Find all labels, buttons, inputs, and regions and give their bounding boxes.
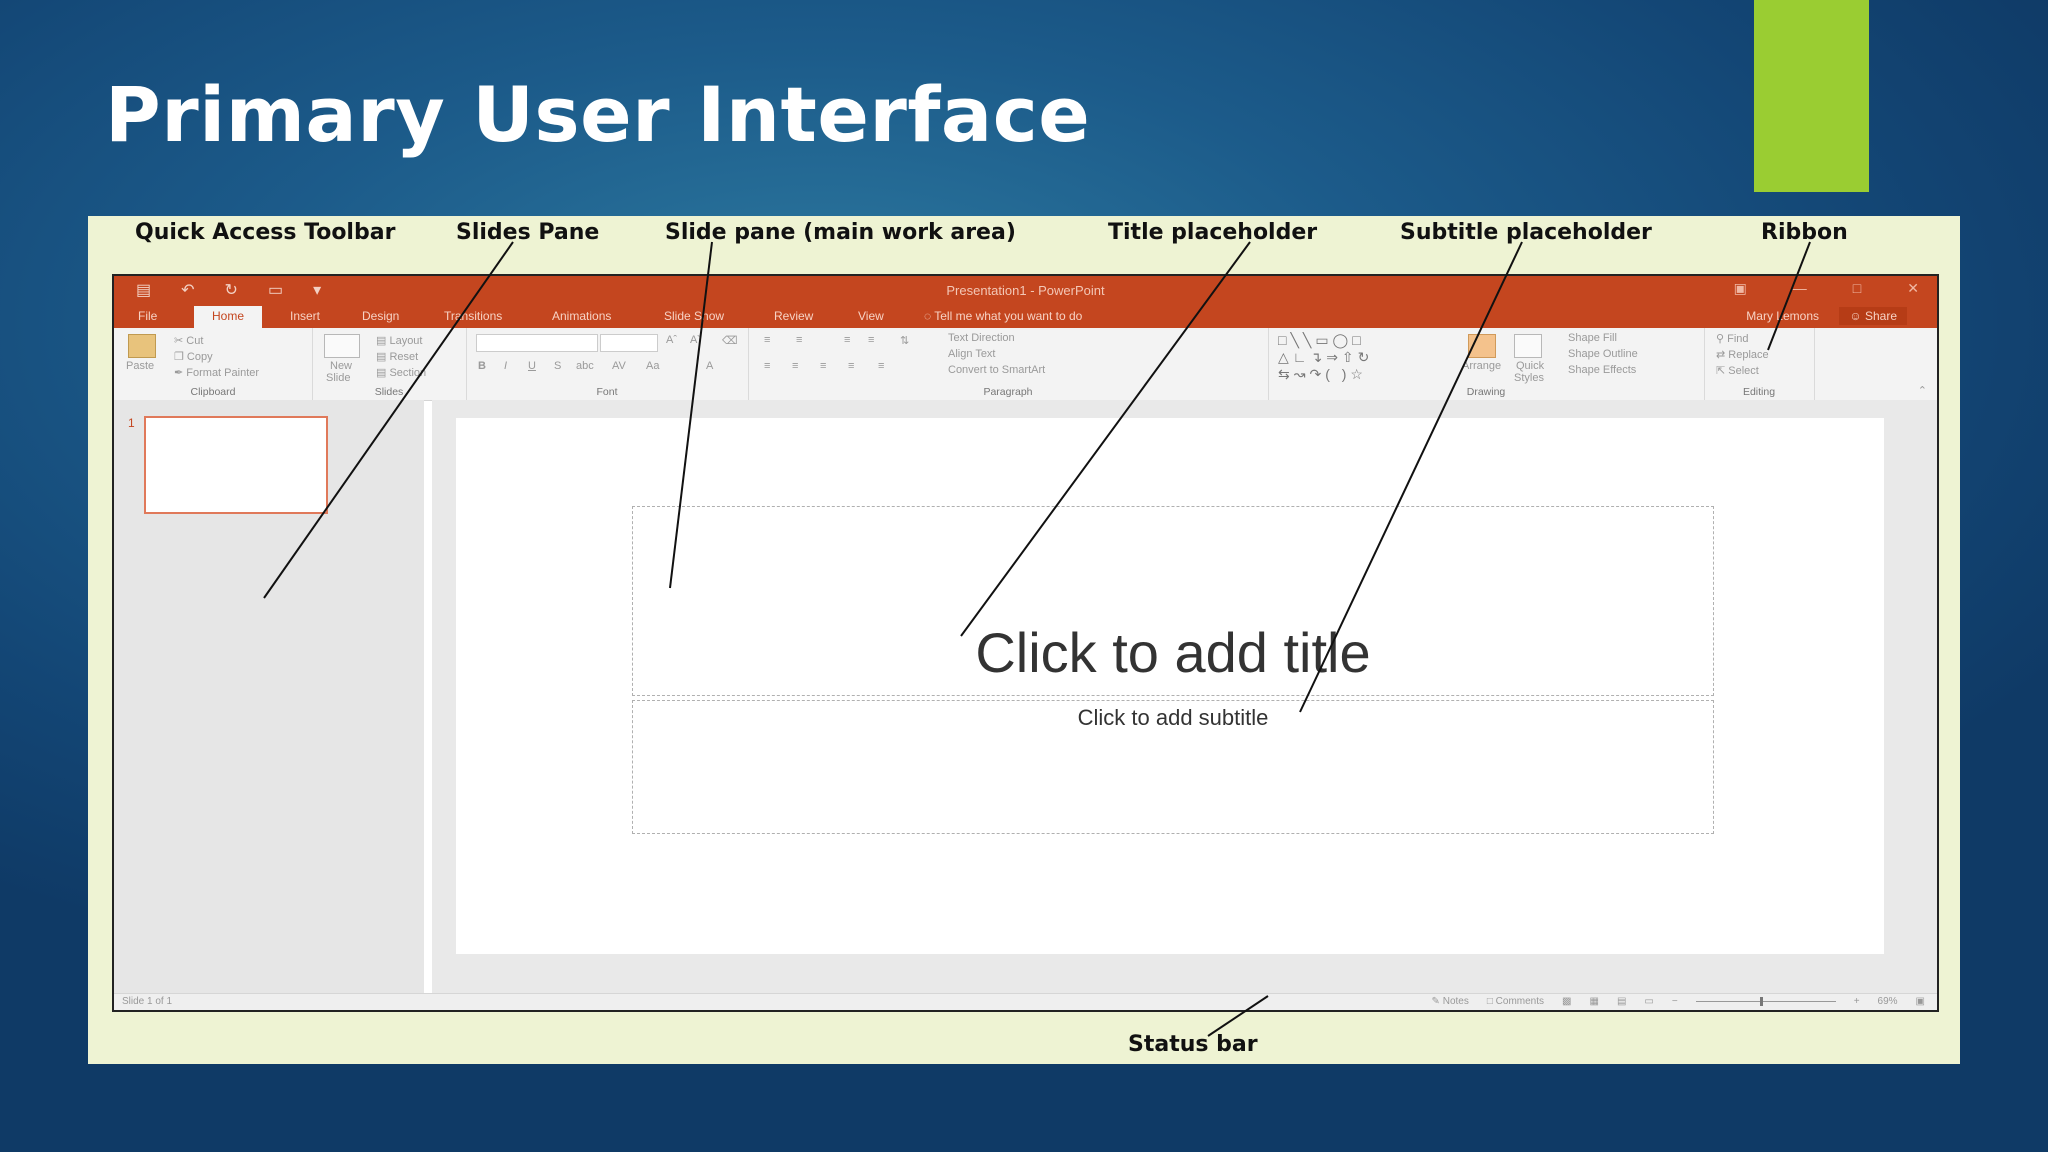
leader-status-bar [1207, 995, 1269, 1037]
accent-bar [1754, 0, 1869, 192]
leader-slide-pane [669, 241, 713, 589]
leader-lines [263, 241, 1811, 1037]
leader-ribbon [1767, 241, 1811, 351]
slide-title: Primary User Interface [105, 70, 1091, 159]
leader-title-placeholder [960, 241, 1251, 637]
leader-subtitle-placeholder [1299, 241, 1523, 713]
annotated-screenshot: Quick Access Toolbar Slides Pane Slide p… [88, 216, 1960, 1064]
leader-slides-pane [263, 241, 514, 599]
